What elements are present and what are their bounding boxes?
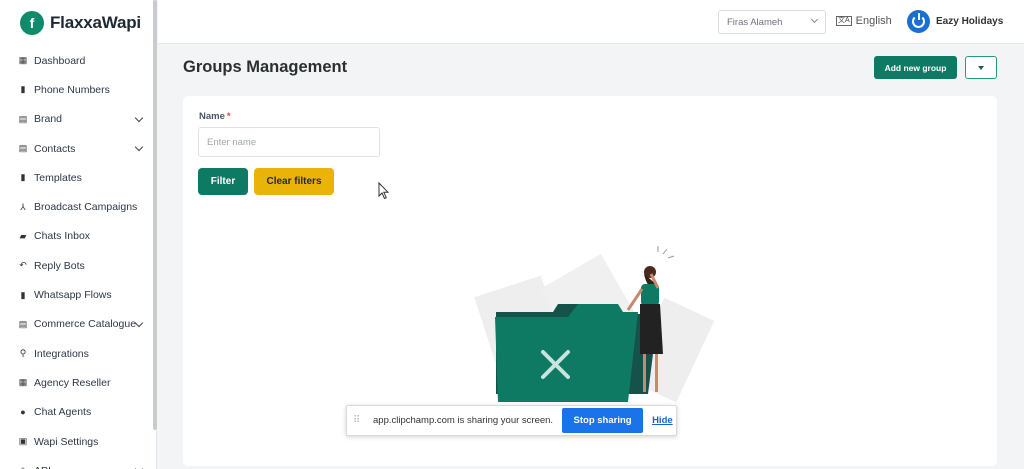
language-switcher[interactable]: 文A English bbox=[836, 15, 892, 27]
sidebar-item-label: Templates bbox=[34, 171, 82, 184]
brand[interactable]: f FlaxxaWapi bbox=[0, 0, 156, 46]
sidebar-item-whatsapp-flows[interactable]: ▮ Whatsapp Flows bbox=[0, 280, 156, 309]
contacts-icon: ▤ bbox=[18, 143, 28, 154]
name-label-text: Name bbox=[199, 111, 225, 122]
stop-sharing-button[interactable]: Stop sharing bbox=[562, 408, 644, 433]
sidebar-item-reply-bots[interactable]: ↶ Reply Bots bbox=[0, 251, 156, 280]
reply-icon: ↶ bbox=[19, 260, 27, 271]
chevron-down-icon bbox=[134, 465, 144, 469]
sidebar-item-dashboard[interactable]: ▦ Dashboard bbox=[0, 46, 156, 75]
chevron-down-icon bbox=[134, 318, 144, 328]
sidebar-item-label: Integrations bbox=[34, 347, 89, 360]
screen-share-banner: ⠿ app.clipchamp.com is sharing your scre… bbox=[346, 405, 677, 436]
sidebar-scrollbar[interactable] bbox=[153, 0, 157, 430]
translate-icon: 文A bbox=[836, 16, 852, 26]
name-input[interactable] bbox=[198, 127, 380, 157]
sidebar-item-integrations[interactable]: ⚲ Integrations bbox=[0, 339, 156, 368]
name-label: Name * bbox=[199, 111, 231, 122]
share-message: app.clipchamp.com is sharing your screen… bbox=[373, 415, 554, 426]
sidebar-item-api[interactable]: ◈API bbox=[0, 456, 156, 469]
sidebar-item-label: Broadcast Campaigns bbox=[34, 201, 138, 214]
sidebar-item-label: Phone Numbers bbox=[34, 83, 110, 96]
page-title: Groups Management bbox=[183, 58, 348, 76]
user-select[interactable]: Firas Alameh bbox=[718, 10, 826, 34]
topbar: Firas Alameh 文A English Eazy Holidays bbox=[158, 0, 1024, 44]
settings-icon: ▣ bbox=[18, 436, 28, 446]
chats-icon: ▰ bbox=[19, 230, 27, 241]
chevron-down-icon bbox=[134, 113, 144, 122]
company-logo-icon bbox=[907, 10, 930, 33]
sidebar-item-label: Reply Bots bbox=[34, 259, 85, 272]
sidebar-item-broadcast-campaigns[interactable]: ⅄ Broadcast Campaigns bbox=[0, 192, 156, 221]
sidebar-item-label: Brand bbox=[34, 113, 63, 126]
chevron-down-icon bbox=[810, 15, 819, 24]
agent-icon: ● bbox=[20, 406, 26, 417]
sidebar-item-brand[interactable]: ▤ Brand bbox=[0, 105, 156, 134]
templates-icon: ▮ bbox=[20, 172, 26, 183]
sidebar-item-commerce-catalogue[interactable]: ▤ Commerce Catalogue bbox=[0, 310, 156, 339]
logo-letter: f bbox=[29, 15, 35, 31]
sidebar-item-agency-reseller[interactable]: ▦ Agency Reseller bbox=[0, 368, 156, 397]
sidebar-item-label: Commerce Catalogue bbox=[33, 318, 137, 331]
flaxxa-logo-icon: f bbox=[20, 11, 44, 35]
company-switcher[interactable]: Eazy Holidays bbox=[907, 10, 1003, 33]
brand-icon: ▤ bbox=[18, 113, 28, 124]
reseller-icon: ▦ bbox=[18, 377, 28, 388]
phone-numbers-icon: ▮ bbox=[20, 84, 26, 95]
broadcast-icon: ⅄ bbox=[20, 201, 26, 212]
sidebar-item-contacts[interactable]: ▤ Contacts bbox=[0, 134, 156, 163]
sidebar-nav: ▦ Dashboard ▮ Phone Numbers ▤ Brand ▤ Contacts ▮… bbox=[0, 46, 156, 469]
sidebar-item-label: API bbox=[34, 465, 136, 469]
sidebar: f FlaxxaWapi ▦ Dashboard ▮ Phone Numbers ▤ Br… bbox=[0, 0, 157, 469]
required-mark: * bbox=[226, 111, 231, 122]
app-name: FlaxxaWapi bbox=[50, 13, 141, 32]
drag-handle-icon[interactable]: ⠿ bbox=[353, 415, 365, 427]
company-name: Eazy Holidays bbox=[936, 16, 1004, 27]
add-new-group-button[interactable]: Add new group bbox=[874, 56, 957, 79]
language-label: English bbox=[855, 15, 892, 27]
chevron-down-icon bbox=[134, 142, 144, 152]
sidebar-item-chat-agents[interactable]: ● Chat Agents bbox=[0, 398, 156, 427]
filter-button[interactable]: Filter bbox=[198, 168, 248, 195]
actions-dropdown-button[interactable] bbox=[965, 56, 997, 79]
sidebar-item-label: Chat Agents bbox=[34, 406, 92, 419]
sidebar-item-wapi-settings[interactable]: ▣ Wapi Settings bbox=[0, 427, 156, 456]
sidebar-item-label: Agency Reseller bbox=[34, 376, 111, 389]
sidebar-item-phone-numbers[interactable]: ▮ Phone Numbers bbox=[0, 75, 156, 104]
empty-folder-illustration bbox=[474, 246, 715, 403]
flows-icon: ▮ bbox=[20, 289, 26, 300]
hide-link[interactable]: Hide bbox=[652, 415, 673, 426]
user-select-value: Firas Alameh bbox=[727, 16, 783, 28]
dashboard-icon: ▦ bbox=[18, 55, 28, 66]
integrations-icon: ⚲ bbox=[19, 348, 27, 359]
sidebar-item-label: Whatsapp Flows bbox=[34, 289, 112, 302]
sidebar-item-chats-inbox[interactable]: ▰ Chats Inbox bbox=[0, 222, 156, 251]
sidebar-item-label: Contacts bbox=[34, 142, 76, 155]
sidebar-item-label: Dashboard bbox=[34, 54, 86, 67]
sidebar-item-label: Chats Inbox bbox=[34, 230, 91, 243]
catalogue-icon: ▤ bbox=[18, 318, 28, 329]
caret-down-icon bbox=[978, 65, 984, 70]
clear-filters-button[interactable]: Clear filters bbox=[254, 168, 334, 195]
sidebar-item-templates[interactable]: ▮ Templates bbox=[0, 163, 156, 192]
sidebar-item-label: Wapi Settings bbox=[34, 435, 99, 448]
mouse-cursor-icon bbox=[378, 182, 390, 200]
